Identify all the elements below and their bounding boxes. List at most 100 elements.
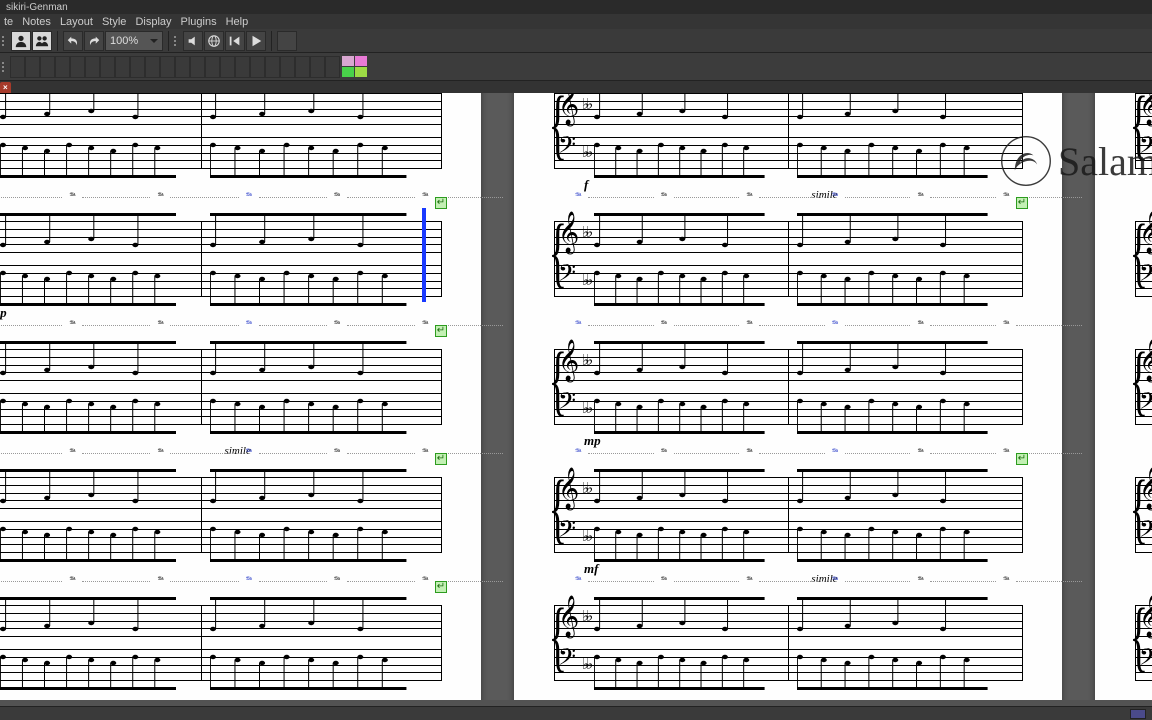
palette-slot[interactable] — [280, 56, 295, 78]
dynamic-marking[interactable]: f — [584, 177, 588, 193]
redo-button[interactable] — [84, 31, 104, 51]
note-group[interactable] — [594, 651, 765, 691]
system-barline[interactable] — [788, 221, 789, 297]
line-break-marker[interactable]: ↵ — [1016, 453, 1028, 465]
system-barline[interactable] — [441, 93, 442, 169]
document-tab[interactable]: × — [0, 82, 11, 93]
note-group[interactable] — [0, 467, 176, 507]
system-barline[interactable] — [1135, 477, 1136, 553]
note-group[interactable] — [797, 523, 988, 563]
system-barline[interactable] — [554, 221, 555, 297]
zoom-combo[interactable]: 100% — [105, 31, 163, 51]
note-group[interactable] — [594, 211, 765, 251]
system-barline[interactable] — [554, 349, 555, 425]
dynamic-marking[interactable]: mf — [584, 561, 598, 577]
menu-item[interactable]: Notes — [22, 16, 51, 28]
line-break-marker[interactable]: ↵ — [435, 453, 447, 465]
palette-slot[interactable] — [100, 56, 115, 78]
menu-item[interactable]: te — [4, 16, 13, 28]
treble-staff[interactable]: 𝄞♭♭ — [1135, 477, 1152, 515]
note-group[interactable] — [797, 139, 988, 179]
staff-system[interactable]: {𝄞♭♭𝄢♭♭↵simile𝆮𝆮𝆮𝆮𝆮𝆮 — [0, 349, 481, 469]
pedal-marking[interactable]: 𝆮 — [245, 447, 252, 458]
pedal-marking[interactable]: 𝆮 — [421, 575, 428, 586]
palette-slot[interactable] — [235, 56, 250, 78]
toolbar-handle[interactable] — [2, 31, 7, 51]
pedal-marking[interactable]: 𝆮 — [745, 447, 752, 458]
pedal-marking[interactable]: 𝆮 — [1002, 319, 1009, 330]
palette-slot[interactable] — [40, 56, 55, 78]
pedal-marking[interactable]: 𝆮 — [831, 575, 838, 586]
note-group[interactable] — [210, 139, 406, 179]
line-break-marker[interactable]: ↵ — [435, 197, 447, 209]
system-barline[interactable] — [201, 477, 202, 553]
system-barline[interactable] — [554, 477, 555, 553]
pedal-marking[interactable]: 𝆮 — [745, 575, 752, 586]
system-barline[interactable] — [788, 93, 789, 169]
note-group[interactable] — [210, 267, 406, 307]
pedal-marking[interactable]: 𝆮 — [245, 191, 252, 202]
dynamic-marking[interactable]: mp — [0, 305, 7, 321]
treble-staff[interactable]: 𝄞♭♭ — [0, 477, 441, 515]
palette-slot[interactable] — [145, 56, 160, 78]
bass-staff[interactable]: 𝄢♭♭ — [1135, 265, 1152, 303]
pedal-marking[interactable]: 𝆮 — [745, 319, 752, 330]
note-group[interactable] — [210, 467, 406, 507]
system-barline[interactable] — [788, 349, 789, 425]
pedal-marking[interactable]: 𝆮 — [333, 191, 340, 202]
note-group[interactable] — [210, 211, 406, 251]
bass-staff[interactable]: 𝄢♭♭ — [1135, 137, 1152, 175]
system-barline[interactable] — [201, 349, 202, 425]
note-group[interactable] — [797, 467, 988, 507]
note-group[interactable] — [797, 267, 988, 307]
palette-slot[interactable] — [295, 56, 310, 78]
note-group[interactable] — [0, 651, 176, 691]
pedal-marking[interactable]: 𝆮 — [245, 319, 252, 330]
staff-system[interactable]: {𝄞♭♭𝄢♭♭↵mfsimile𝆮𝆮𝆮𝆮𝆮𝆮 — [514, 477, 1062, 597]
note-group[interactable] — [594, 93, 765, 123]
treble-staff[interactable]: 𝄞♭♭ — [0, 349, 441, 387]
bass-staff[interactable]: 𝄢♭♭ — [1135, 521, 1152, 559]
sound-button[interactable] — [183, 31, 203, 51]
palette-slot[interactable] — [250, 56, 265, 78]
note-group[interactable] — [797, 395, 988, 435]
palette-slot[interactable] — [325, 56, 340, 78]
pedal-marking[interactable]: 𝆮 — [156, 447, 163, 458]
palette-slot[interactable] — [55, 56, 70, 78]
system-barline[interactable] — [788, 605, 789, 681]
pedal-marking[interactable]: 𝆮 — [916, 319, 923, 330]
staff-system[interactable]: {𝄞♭♭𝄢♭♭↵𝆮𝆮𝆮𝆮𝆮𝆮 — [0, 605, 481, 700]
note-group[interactable] — [210, 93, 406, 123]
note-group[interactable] — [594, 339, 765, 379]
palette-slot[interactable] — [190, 56, 205, 78]
system-barline[interactable] — [441, 477, 442, 553]
system-barline[interactable] — [441, 221, 442, 297]
pedal-marking[interactable]: 𝆮 — [421, 319, 428, 330]
dynamic-marking[interactable]: mp — [584, 433, 601, 449]
note-group[interactable] — [797, 595, 988, 635]
note-group[interactable] — [0, 523, 176, 563]
note-group[interactable] — [594, 467, 765, 507]
menu-item[interactable]: Style — [102, 16, 126, 28]
system-barline[interactable] — [1022, 605, 1023, 681]
note-group[interactable] — [210, 523, 406, 563]
pedal-marking[interactable]: 𝆮 — [333, 319, 340, 330]
system-barline[interactable] — [1022, 477, 1023, 553]
treble-staff[interactable]: 𝄞♭♭ — [1135, 349, 1152, 387]
system-barline[interactable] — [788, 477, 789, 553]
pedal-marking[interactable]: 𝆮 — [831, 447, 838, 458]
pedal-marking[interactable]: 𝆮 — [1002, 191, 1009, 202]
palette-slot[interactable] — [10, 56, 25, 78]
bass-staff[interactable]: 𝄢♭♭ — [1135, 649, 1152, 687]
score-viewport[interactable]: {𝄞♭♭𝄢♭♭↵𝆮𝆮𝆮𝆮𝆮𝆮{𝄞♭♭𝄢♭♭↵mp𝆮𝆮𝆮𝆮𝆮𝆮{𝄞♭♭𝄢♭♭↵si… — [0, 93, 1152, 700]
treble-staff[interactable]: 𝄞♭♭ — [1135, 93, 1152, 131]
note-group[interactable] — [210, 339, 406, 379]
staff-system[interactable]: {𝄞♭♭𝄢♭♭𝆮𝆮𝆮𝆮𝆮𝆮 — [1095, 221, 1152, 341]
extra-button[interactable] — [277, 31, 297, 51]
pedal-marking[interactable]: 𝆮 — [333, 447, 340, 458]
staff-system[interactable]: {𝄞♭♭𝄢♭♭↵𝆮𝆮𝆮𝆮𝆮𝆮 — [0, 477, 481, 597]
line-break-marker[interactable]: ↵ — [1016, 197, 1028, 209]
pedal-marking[interactable]: 𝆮 — [574, 447, 581, 458]
pedal-marking[interactable]: 𝆮 — [660, 575, 667, 586]
pedal-marking[interactable]: 𝆮 — [68, 191, 75, 202]
